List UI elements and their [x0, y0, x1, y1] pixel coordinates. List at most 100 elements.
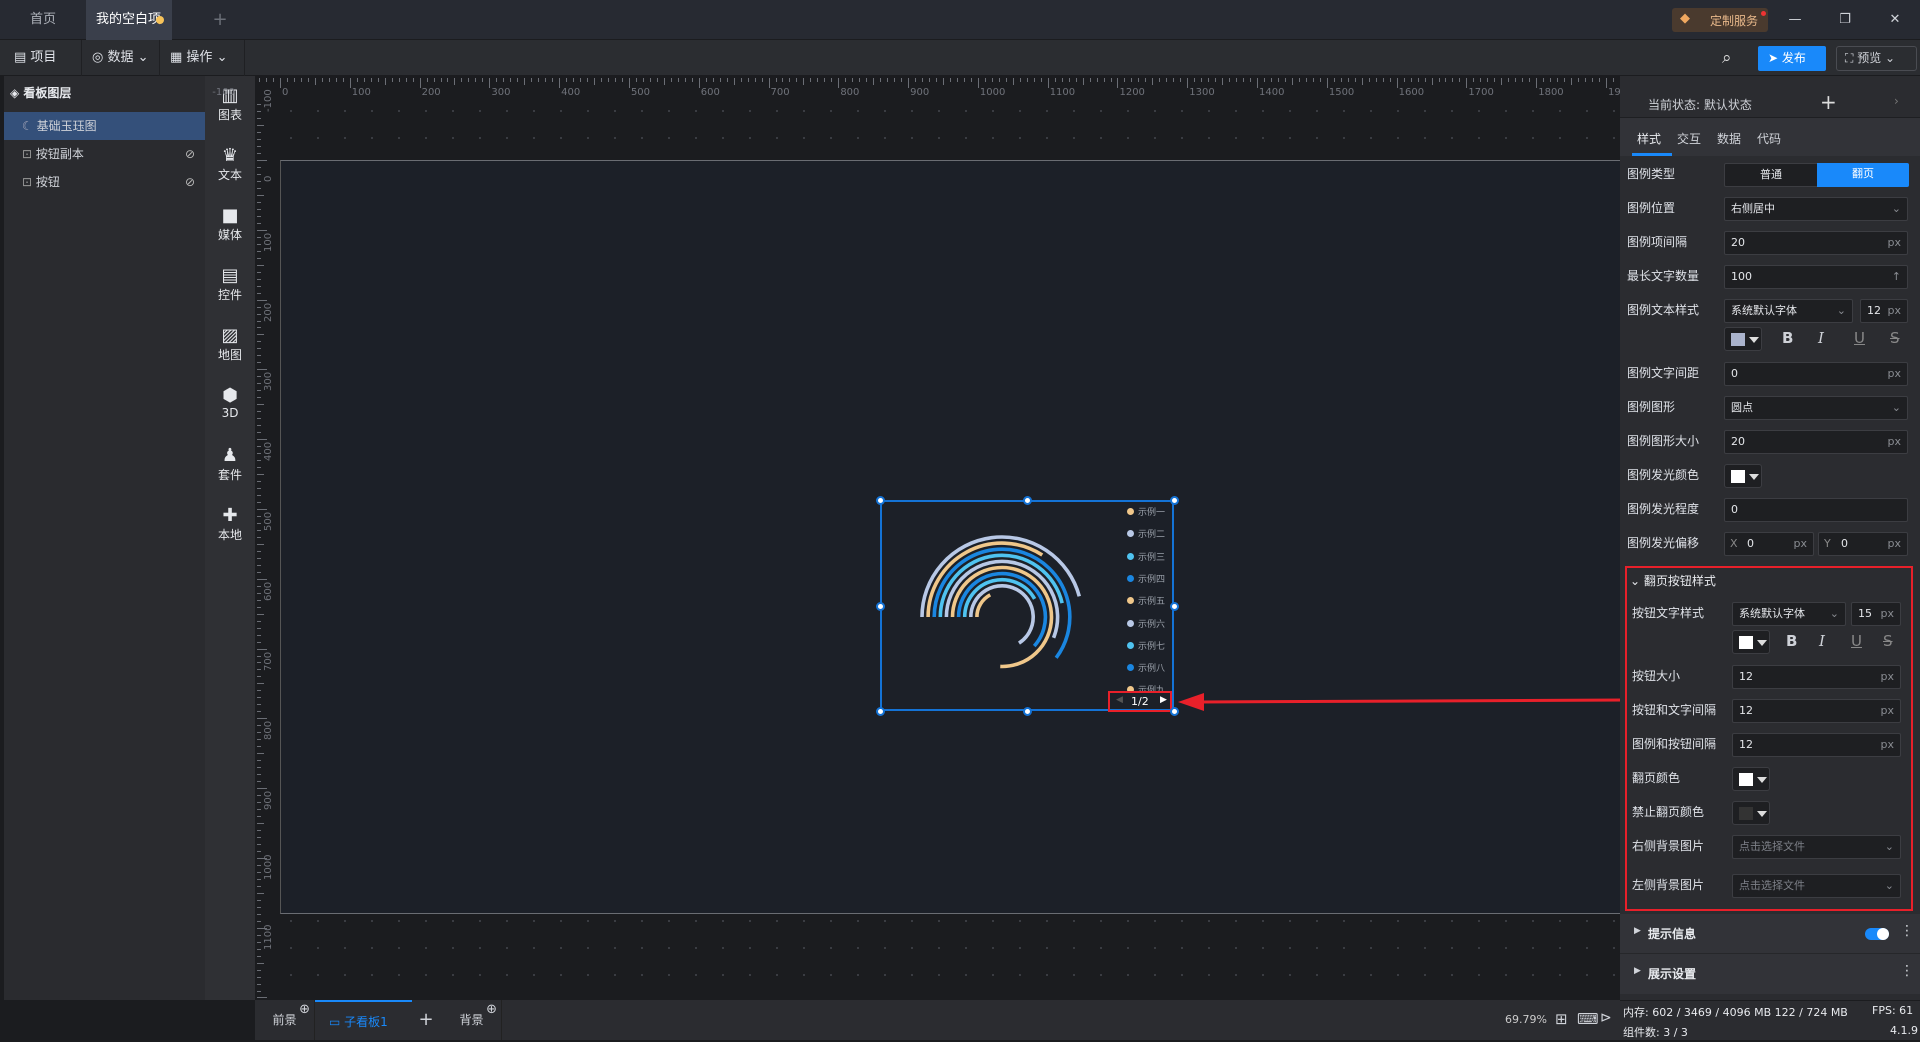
tab-style[interactable]: 样式	[1637, 130, 1661, 147]
layer-item-selected[interactable]: ☾ 基础玉珏图	[4, 112, 205, 140]
btn-size-input[interactable]: 12 px	[1732, 665, 1901, 689]
legend-text-color-picker[interactable]	[1724, 327, 1762, 351]
legend-item[interactable]: 示例七	[1127, 639, 1165, 653]
shape-select[interactable]: 圆点 ⌄	[1724, 396, 1908, 420]
background-tab[interactable]: 背景 ⊕	[442, 1000, 502, 1040]
tab-home[interactable]: 首页	[0, 0, 86, 40]
foreground-tab[interactable]: 前景 ⊕	[255, 1000, 315, 1040]
layer-item[interactable]: ⊡ 按钮 ⊘	[4, 168, 205, 196]
add-tab-button[interactable]: +	[205, 0, 235, 40]
text-gap-input[interactable]: 0 px	[1724, 362, 1908, 386]
legend-item[interactable]: 示例四	[1127, 572, 1165, 586]
minimize-button[interactable]: —	[1780, 0, 1810, 40]
strikethrough-icon[interactable]: S	[1890, 329, 1900, 347]
underline-icon[interactable]: U	[1854, 329, 1865, 347]
next-page-icon[interactable]: ▶	[1160, 695, 1167, 705]
restore-button[interactable]: ❐	[1830, 0, 1860, 40]
legend-type-normal[interactable]: 普通	[1725, 164, 1817, 186]
component-local[interactable]: ✚ 本地	[205, 506, 255, 543]
resize-handle[interactable]	[1170, 707, 1179, 716]
legend-btn-gap-input[interactable]: 12 px	[1732, 733, 1901, 757]
resize-handle[interactable]	[1170, 602, 1179, 611]
terminal-icon[interactable]: ⊳	[1600, 1010, 1612, 1026]
component-map[interactable]: ▨ 地图	[205, 326, 255, 363]
tab-data[interactable]: 数据	[1717, 130, 1741, 147]
right-bg-file-select[interactable]: 点击选择文件 ⌄	[1732, 835, 1901, 859]
resize-handle[interactable]	[876, 496, 885, 505]
preview-button[interactable]: ⛶ 预览 ⌄	[1836, 46, 1917, 71]
add-board-button[interactable]: +	[412, 1000, 440, 1040]
add-circle-icon[interactable]: ⊕	[299, 990, 310, 1030]
legend-item[interactable]: 示例二	[1127, 527, 1165, 541]
display-section[interactable]: ▶ 展示设置 ⋮	[1620, 954, 1920, 994]
bold-icon[interactable]: B	[1786, 632, 1797, 650]
tooltip-section[interactable]: ▶ 提示信息 ⋮	[1620, 914, 1920, 954]
more-icon[interactable]: ⋮	[1900, 963, 1914, 979]
component-kit[interactable]: ♟ 套件	[205, 446, 255, 483]
fit-screen-icon[interactable]: ⊞	[1555, 1010, 1568, 1028]
resize-handle[interactable]	[1023, 707, 1032, 716]
layer-item[interactable]: ⊡ 按钮副本 ⊘	[4, 140, 205, 168]
publish-button[interactable]: ➤ 发布	[1758, 46, 1826, 71]
shape-size-label: 图例图形大小	[1627, 434, 1700, 448]
board-tab-active[interactable]: ▭ 子看板1	[315, 1000, 412, 1040]
tab-code[interactable]: 代码	[1757, 130, 1781, 147]
legend-font-size-input[interactable]: 12 px	[1860, 299, 1908, 323]
strikethrough-icon[interactable]: S	[1883, 632, 1893, 650]
hidden-eye-icon[interactable]: ⊘	[185, 168, 195, 196]
resize-handle[interactable]	[1170, 496, 1179, 505]
max-text-input[interactable]: 100 ↑	[1724, 265, 1908, 289]
btn-text-color-picker[interactable]	[1732, 630, 1770, 654]
glow-offset-y-input[interactable]: Y 0 px	[1818, 532, 1908, 556]
legend-item[interactable]: 示例六	[1127, 617, 1165, 631]
resize-handle[interactable]	[1023, 496, 1032, 505]
more-icon[interactable]: ⋮	[1900, 923, 1914, 939]
shape-size-input[interactable]: 20 px	[1724, 430, 1908, 454]
legend-type-paged[interactable]: 翻页	[1817, 163, 1909, 187]
bold-icon[interactable]: B	[1782, 329, 1793, 347]
search-icon[interactable]: ⌕	[1722, 48, 1732, 68]
component-media[interactable]: ■ 媒体	[205, 206, 255, 243]
tab-interaction[interactable]: 交互	[1677, 130, 1701, 147]
menu-project[interactable]: ▤ 项目 ⌄	[4, 40, 82, 101]
menu-operate[interactable]: ▦ 操作 ⌄	[160, 40, 245, 76]
pager-color-picker[interactable]	[1732, 767, 1770, 791]
hidden-eye-icon[interactable]: ⊘	[185, 140, 195, 168]
left-bg-file-select[interactable]: 点击选择文件 ⌄	[1732, 874, 1901, 898]
legend-item[interactable]: 示例五	[1127, 594, 1165, 608]
prev-page-icon[interactable]: ◀	[1116, 695, 1123, 705]
legend-item[interactable]: 示例三	[1127, 550, 1165, 564]
legend-position-select[interactable]: 右侧居中 ⌄	[1724, 197, 1908, 221]
tooltip-toggle[interactable]	[1865, 928, 1889, 940]
component-3d[interactable]: ⬢ 3D	[205, 386, 255, 421]
glow-color-picker[interactable]	[1724, 464, 1762, 488]
glow-offset-x-input[interactable]: X 0 px	[1724, 532, 1814, 556]
component-control[interactable]: ▤ 控件	[205, 266, 255, 303]
selected-chart-widget[interactable]: 示例一 示例二 示例三 示例四 示例五 示例六 示例七 示例八 示例九	[880, 500, 1174, 711]
btn-font-size-input[interactable]: 15 px	[1851, 602, 1901, 626]
custom-service-button[interactable]: ◆ 定制服务	[1672, 8, 1768, 32]
legend-item[interactable]: 示例一	[1127, 505, 1165, 519]
disabled-color-picker[interactable]	[1732, 801, 1770, 825]
add-state-icon[interactable]: +	[1820, 90, 1837, 114]
stepper-up-icon[interactable]: ↑	[1892, 266, 1901, 288]
item-gap-input[interactable]: 20 px	[1724, 231, 1908, 255]
italic-icon[interactable]: I	[1819, 632, 1825, 650]
chevron-right-icon[interactable]: ›	[1894, 94, 1899, 108]
underline-icon[interactable]: U	[1851, 632, 1862, 650]
pager-section-header[interactable]: ⌄ 翻页按钮样式	[1630, 572, 1716, 589]
legend-item[interactable]: 示例八	[1127, 661, 1165, 675]
italic-icon[interactable]: I	[1818, 329, 1824, 347]
resize-handle[interactable]	[876, 602, 885, 611]
tab-project[interactable]: 我的空白项目	[86, 0, 172, 67]
resize-handle[interactable]	[876, 707, 885, 716]
legend-font-select[interactable]: 系统默认字体 ⌄	[1724, 299, 1853, 323]
menu-data[interactable]: ◎ 数据 ⌄	[82, 40, 160, 76]
close-button[interactable]: ✕	[1880, 0, 1910, 40]
keyboard-icon[interactable]: ⌨	[1577, 1010, 1599, 1028]
add-circle-icon[interactable]: ⊕	[486, 990, 497, 1030]
btn-text-gap-input[interactable]: 12 px	[1732, 699, 1901, 723]
glow-level-input[interactable]: 0	[1724, 498, 1908, 522]
component-text[interactable]: ♛ 文本	[205, 146, 255, 183]
btn-font-select[interactable]: 系统默认字体 ⌄	[1732, 602, 1846, 626]
